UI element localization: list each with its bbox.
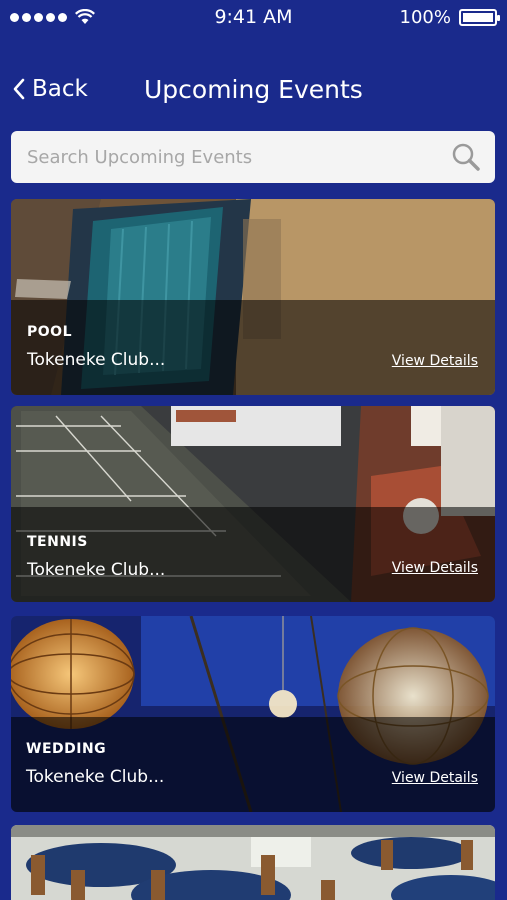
- view-details-link[interactable]: View Details: [392, 353, 478, 369]
- view-details-link[interactable]: View Details: [392, 560, 478, 576]
- event-club: Tokeneke Club...: [26, 767, 165, 787]
- search-input[interactable]: [27, 146, 427, 168]
- event-category: POOL: [27, 324, 72, 340]
- view-details-link[interactable]: View Details: [392, 770, 478, 786]
- page-title: Upcoming Events: [144, 75, 363, 104]
- back-label: Back: [32, 76, 88, 102]
- banquet-image: [11, 825, 495, 900]
- wifi-icon: [75, 9, 95, 24]
- battery-fill: [463, 12, 493, 22]
- status-left: [10, 9, 95, 25]
- event-card-pool[interactable]: POOL Tokeneke Club... View Details: [11, 199, 495, 395]
- event-category: WEDDING: [26, 741, 107, 757]
- event-club: Tokeneke Club...: [27, 350, 166, 370]
- card-overlay: [11, 507, 495, 602]
- nav-bar: Back Upcoming Events: [0, 66, 507, 116]
- battery-icon: [459, 8, 500, 26]
- event-club: Tokeneke Club...: [27, 560, 166, 580]
- chevron-left-icon: [13, 78, 25, 100]
- event-category: TENNIS: [27, 534, 88, 550]
- event-card-wedding[interactable]: WEDDING Tokeneke Club... View Details: [11, 616, 495, 812]
- search-bar: [11, 131, 495, 183]
- status-bar: 9:41 AM 100%: [0, 0, 507, 34]
- battery-percent: 100%: [399, 6, 451, 28]
- search-icon[interactable]: [451, 142, 481, 172]
- back-button[interactable]: Back: [12, 76, 88, 102]
- event-card-banquet[interactable]: [11, 825, 495, 900]
- event-card-tennis[interactable]: TENNIS Tokeneke Club... View Details: [11, 406, 495, 602]
- card-overlay: [11, 300, 495, 395]
- card-overlay: [11, 717, 495, 812]
- status-right: 100%: [399, 6, 500, 28]
- signal-strength-icon: [10, 12, 67, 22]
